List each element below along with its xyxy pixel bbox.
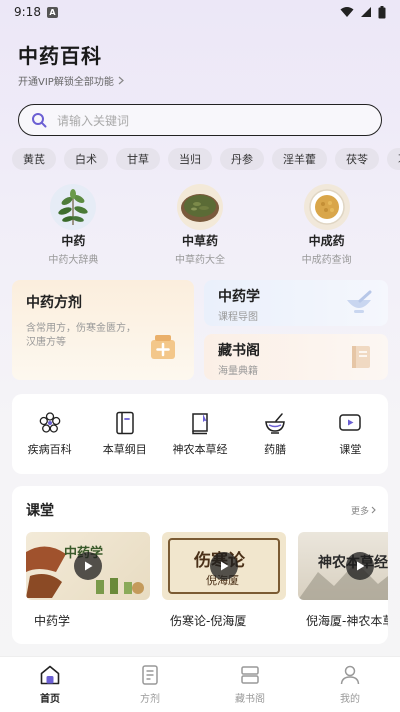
herb-bowl-icon <box>176 184 223 230</box>
tab-home[interactable]: 首页 <box>15 664 85 705</box>
formula-card-title: 中药方剂 <box>26 295 82 311</box>
vip-text: 开通VIP解锁全部功能 <box>18 77 114 88</box>
tool-shennong[interactable]: 神农本草经 <box>165 411 235 457</box>
tool-medicinal-diet[interactable]: 药膳 <box>240 411 310 457</box>
tag-baizhu[interactable]: 白术 <box>64 148 108 170</box>
signal-icon <box>361 7 371 17</box>
search-icon <box>32 113 47 128</box>
video-title: 伤寒论-倪海厦 <box>170 614 247 628</box>
tool-bencao-gangmu-label: 本草纲目 <box>102 443 147 456</box>
tool-medicinal-diet-label: 药膳 <box>264 443 287 456</box>
tag-danshen[interactable]: 丹参 <box>220 148 264 170</box>
tag-danggui[interactable]: 当归 <box>168 148 212 170</box>
bowl-icon <box>265 413 285 434</box>
category-herb-name: 中药 <box>61 234 86 248</box>
document-icon <box>142 665 158 685</box>
tools-panel: 疾病百科 本草纲目 神农本草经 药膳 课堂 <box>12 394 388 474</box>
tab-formula-label: 方剂 <box>140 694 160 705</box>
battery-icon <box>378 5 386 18</box>
home-icon <box>40 665 60 685</box>
play-button[interactable] <box>74 552 102 580</box>
notebook-icon <box>116 411 134 435</box>
mortar-icon <box>347 290 372 313</box>
tab-profile[interactable]: 我的 <box>315 664 385 705</box>
category-grass-herb-sub: 中草药大全 <box>174 255 225 266</box>
video-card[interactable]: 中药学 中药学 <box>26 532 150 629</box>
header: 中药百科 开通VIP解锁全部功能 <box>0 24 400 88</box>
video-title: 中药学 <box>34 614 71 628</box>
study-card[interactable]: 中药学 课程导图 <box>204 280 388 326</box>
bookshelf-icon <box>241 666 259 684</box>
category-row: 中药 中药大辞典 中草药 中草药大全 中成药 中成药查询 <box>0 170 400 266</box>
play-icon <box>357 561 365 571</box>
app-title: 中药百科 <box>18 44 102 68</box>
formula-card-desc: 含常用方，伤寒金匮方，汉唐方等 <box>26 323 136 348</box>
pill-dish-icon <box>303 184 350 230</box>
status-bar: 9:18 A <box>0 0 400 24</box>
user-icon <box>340 665 360 685</box>
video-play-icon <box>339 414 362 431</box>
category-grass-herb[interactable]: 中草药 中草药大全 <box>145 184 255 266</box>
notification-a-icon: A <box>46 6 58 18</box>
tab-library-label: 藏书阁 <box>235 694 265 705</box>
book-icon <box>352 346 370 368</box>
course-section-title: 课堂 <box>26 503 54 519</box>
category-grass-herb-name: 中草药 <box>181 234 218 248</box>
more-link[interactable]: 更多 <box>351 504 376 517</box>
library-card[interactable]: 藏书阁 海量典籍 <box>204 334 388 380</box>
more-label: 更多 <box>350 506 369 517</box>
play-icon <box>85 561 93 571</box>
video-card[interactable]: 伤寒论 倪海厦 伤寒论-倪海厦 <box>162 532 286 629</box>
video-title: 倪海厦-神农本草经 <box>306 614 388 628</box>
tab-formula[interactable]: 方剂 <box>115 664 185 705</box>
video-thumbnail: 神农本草经 <box>298 532 388 600</box>
tag-fuling[interactable]: 茯苓 <box>335 148 379 170</box>
search-input[interactable]: 请输入关键词 <box>18 104 382 136</box>
play-button[interactable] <box>346 552 374 580</box>
tool-disease-label: 疾病百科 <box>27 443 72 456</box>
category-patent-medicine-sub: 中成药查询 <box>301 255 352 266</box>
tag-gegen[interactable]: 葛根 <box>387 148 400 170</box>
tab-library[interactable]: 藏书阁 <box>215 664 285 705</box>
tag-gancao[interactable]: 甘草 <box>116 148 160 170</box>
tool-bencao-gangmu[interactable]: 本草纲目 <box>90 411 160 457</box>
play-icon <box>221 561 229 571</box>
tag-yinyanghuo[interactable]: 淫羊藿 <box>272 148 327 170</box>
vip-link[interactable]: 开通VIP解锁全部功能 <box>18 73 382 88</box>
chevron-right-icon <box>118 76 124 85</box>
flower-icon <box>39 412 60 433</box>
category-patent-medicine-name: 中成药 <box>308 234 345 248</box>
book-stack-icon <box>192 413 208 435</box>
hot-tags: 黄芪 白术 甘草 当归 丹参 淫羊藿 茯苓 葛根 <box>0 136 400 170</box>
video-thumbnail: 伤寒论 倪海厦 <box>162 532 286 600</box>
medicine-box-icon <box>151 335 175 359</box>
tag-huangqi[interactable]: 黄芪 <box>12 148 56 170</box>
chevron-right-icon <box>371 506 376 514</box>
herb-plant-icon <box>50 184 97 230</box>
tab-home-label: 首页 <box>40 694 60 705</box>
search-placeholder: 请输入关键词 <box>57 113 130 128</box>
tool-classroom-label: 课堂 <box>339 443 362 456</box>
course-section: 课堂 更多 中药学 中药学 <box>12 486 388 644</box>
category-patent-medicine[interactable]: 中成药 中成药查询 <box>272 184 382 266</box>
category-herb[interactable]: 中药 中药大辞典 <box>18 184 128 266</box>
bottom-tab-bar: 首页 方剂 藏书阁 我的 <box>0 656 400 712</box>
tool-disease[interactable]: 疾病百科 <box>15 411 85 457</box>
tab-profile-label: 我的 <box>340 694 360 705</box>
feature-cards: 中药方剂 含常用方，伤寒金匮方，汉唐方等 中药学 课程导图 藏书阁 海量典籍 <box>0 266 400 380</box>
status-time: 9:18 <box>14 5 41 19</box>
formula-card[interactable]: 中药方剂 含常用方，伤寒金匮方，汉唐方等 <box>12 280 194 380</box>
video-thumbnail: 中药学 <box>26 532 150 600</box>
wifi-icon <box>340 7 354 17</box>
category-herb-sub: 中药大辞典 <box>48 255 99 266</box>
tool-classroom[interactable]: 课堂 <box>315 411 385 457</box>
tool-shennong-label: 神农本草经 <box>172 443 228 456</box>
video-card[interactable]: 神农本草经 倪海厦-神农本草经 <box>298 532 388 629</box>
play-button[interactable] <box>210 552 238 580</box>
